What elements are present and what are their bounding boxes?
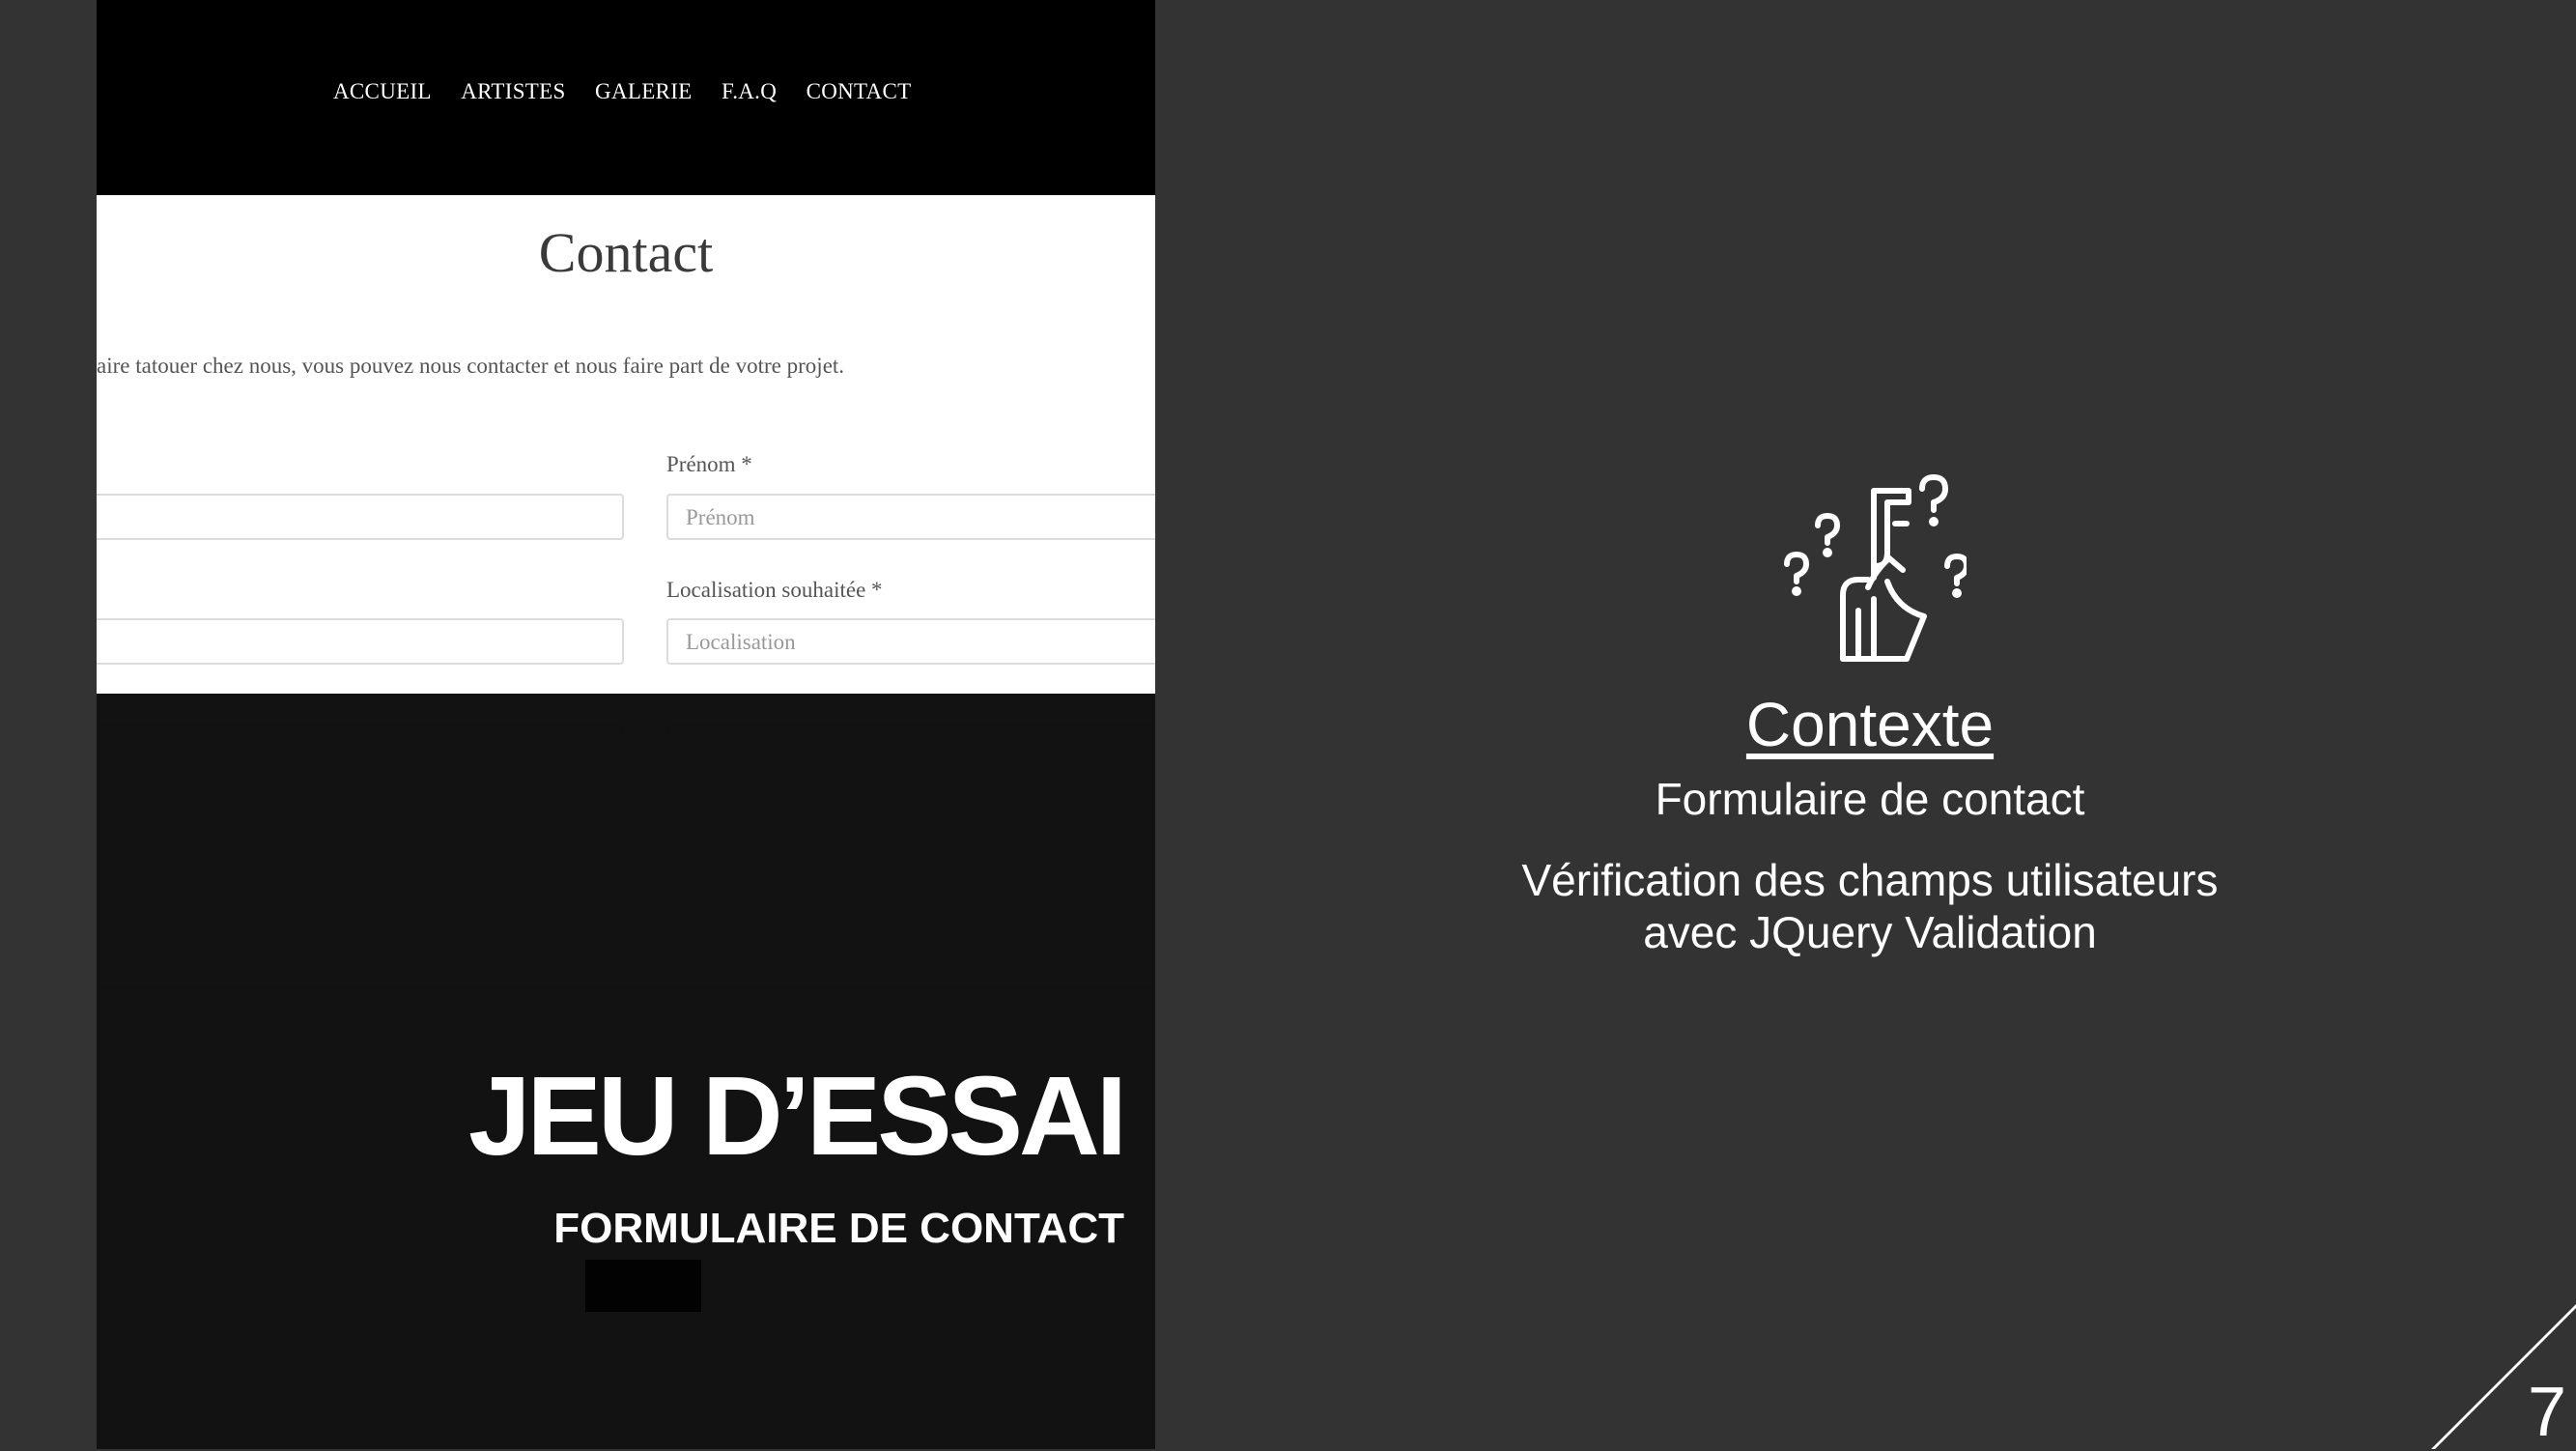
nav-link-accueil[interactable]: ACCUEIL [333,79,432,104]
slide-subtitle: FORMULAIRE DE CONTACT [553,1205,1124,1252]
thinking-person-icon [1773,473,1969,667]
nom-input[interactable] [97,494,624,540]
slide-title: JEU D’ESSAI [468,1053,1127,1179]
context-line-validation-2: avec JQuery Validation [1643,907,2097,957]
context-line-form: Formulaire de contact [1655,774,2085,824]
nav-link-artistes[interactable]: ARTISTES [461,79,565,104]
site-nav-links: ACCUEIL ARTISTES GALERIE F.A.Q CONTACT [333,79,911,104]
slide-number: 7 [2527,1374,2566,1451]
site-page-title: Contact [538,221,714,284]
localisation-label: Localisation souhaitée * [666,578,883,602]
prenom-label: Prénom * [666,452,752,476]
context-heading: Contexte [1745,690,1995,759]
context-line-validation: Vérification des champs utilisateurs ave… [1290,854,2449,958]
nav-link-faq[interactable]: F.A.Q [722,79,777,104]
prenom-input[interactable]: Prénom [666,494,1155,540]
site-intro-text: aire tatouer chez nous, vous pouvez nous… [97,354,845,378]
nav-link-galerie[interactable]: GALERIE [595,79,692,104]
localisation-input[interactable]: Localisation [666,618,1155,665]
telephone-input[interactable] [97,618,624,665]
nav-link-contact[interactable]: CONTACT [807,79,912,104]
site-navbar: ACCUEIL ARTISTES GALERIE F.A.Q CONTACT [97,0,1155,195]
context-line-validation-1: Vérification des champs utilisateurs [1521,855,2219,905]
slide-left-margin [0,0,97,1449]
